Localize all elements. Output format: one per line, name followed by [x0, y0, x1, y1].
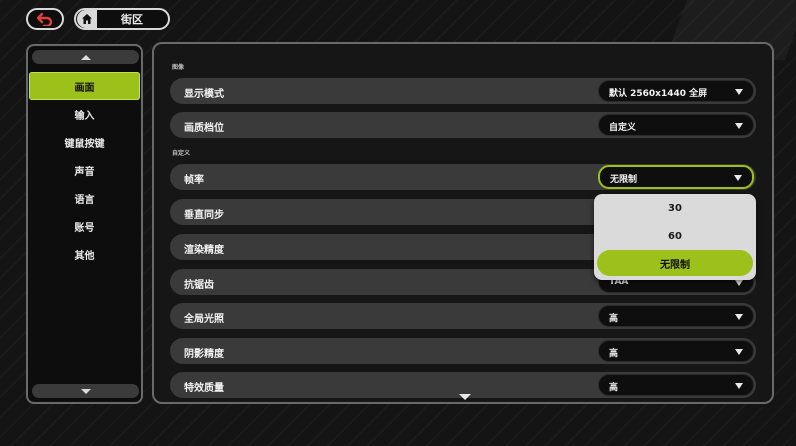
- settings-sidebar: 画面 输入 键鼠按键 声音 语言 账号 其他: [26, 44, 143, 404]
- sidebar-item-label: 声音: [74, 166, 95, 178]
- sidebar-scroll-up-button[interactable]: [32, 50, 139, 64]
- sidebar-item-sound[interactable]: 声音: [28, 156, 141, 184]
- setting-row-framerate: 帧率 无限制: [170, 164, 756, 190]
- scroll-more-icon[interactable]: [459, 394, 471, 400]
- setting-label: 全局光照: [184, 314, 224, 325]
- breadcrumb-current: 街区: [121, 13, 143, 26]
- setting-label: 特效质量: [184, 383, 224, 394]
- setting-label: 垂直同步: [184, 210, 224, 221]
- sidebar-scroll-down-button[interactable]: [32, 384, 139, 398]
- home-icon: [82, 14, 92, 24]
- chevron-down-icon: [735, 314, 743, 320]
- return-arrow-icon: [36, 12, 53, 26]
- shadow-quality-dropdown[interactable]: 高: [598, 340, 754, 362]
- quality-preset-dropdown[interactable]: 自定义: [598, 114, 754, 136]
- option-label: 无限制: [660, 259, 690, 271]
- dropdown-value: 高: [609, 349, 619, 359]
- chevron-down-icon: [734, 175, 742, 181]
- home-button[interactable]: [77, 10, 97, 28]
- section-label-image: 图像: [172, 64, 185, 71]
- dropdown-value: 默认 2560x1440 全屏: [609, 89, 708, 99]
- settings-list[interactable]: 图像 显示模式 默认 2560x1440 全屏 画质档位 自定义 自定义 帧率 …: [154, 44, 772, 402]
- framerate-option-60[interactable]: 60: [594, 222, 756, 250]
- chevron-down-icon: [735, 89, 743, 95]
- sidebar-item-label: 其他: [74, 250, 95, 262]
- sidebar-item-keybinds[interactable]: 键鼠按键: [28, 128, 141, 156]
- global-illumination-dropdown[interactable]: 高: [598, 305, 754, 327]
- sidebar-item-label: 键鼠按键: [64, 138, 105, 150]
- setting-row-shadow-quality: 阴影精度 高: [170, 338, 756, 364]
- settings-panel: 图像 显示模式 默认 2560x1440 全屏 画质档位 自定义 自定义 帧率 …: [152, 42, 774, 404]
- setting-label: 帧率: [184, 175, 204, 186]
- dropdown-value: 高: [609, 314, 619, 324]
- sidebar-item-language[interactable]: 语言: [28, 184, 141, 212]
- framerate-options-list: 30 60 无限制: [594, 194, 756, 280]
- sidebar-item-account[interactable]: 账号: [28, 212, 141, 240]
- breadcrumb: 街区: [74, 8, 170, 30]
- framerate-dropdown[interactable]: 无限制: [598, 165, 754, 189]
- display-mode-dropdown[interactable]: 默认 2560x1440 全屏: [598, 80, 754, 102]
- dropdown-value: 无限制: [610, 175, 638, 185]
- effects-quality-dropdown[interactable]: 高: [598, 374, 754, 396]
- sidebar-item-input[interactable]: 输入: [28, 100, 141, 128]
- chevron-down-icon: [735, 349, 743, 355]
- setting-row-quality-preset: 画质档位 自定义: [170, 112, 756, 138]
- back-button[interactable]: [26, 8, 64, 30]
- setting-row-display-mode: 显示模式 默认 2560x1440 全屏: [170, 78, 756, 104]
- sidebar-item-label: 语言: [74, 194, 95, 206]
- framerate-option-30[interactable]: 30: [594, 194, 756, 222]
- setting-label: 渲染精度: [184, 245, 224, 256]
- sidebar-item-label: 账号: [74, 222, 95, 234]
- sidebar-item-other[interactable]: 其他: [28, 240, 141, 268]
- chevron-down-icon: [80, 388, 91, 394]
- option-label: 60: [668, 230, 682, 242]
- framerate-option-unlimited[interactable]: 无限制: [597, 250, 753, 276]
- option-label: 30: [668, 202, 682, 214]
- sidebar-item-label: 输入: [74, 110, 95, 122]
- chevron-down-icon: [735, 123, 743, 129]
- sidebar-nav: 画面 输入 键鼠按键 声音 语言 账号 其他: [28, 72, 141, 268]
- setting-label: 抗锯齿: [184, 280, 214, 291]
- setting-label: 阴影精度: [184, 349, 224, 360]
- sidebar-item-display[interactable]: 画面: [29, 72, 140, 100]
- setting-label: 画质档位: [184, 123, 224, 134]
- sidebar-item-label: 画面: [74, 82, 95, 94]
- chevron-down-icon: [735, 383, 743, 389]
- dropdown-value: 高: [609, 383, 619, 393]
- dropdown-value: 自定义: [609, 123, 637, 133]
- chevron-down-icon: [735, 280, 743, 286]
- section-label-custom: 自定义: [172, 150, 191, 157]
- setting-label: 显示模式: [184, 89, 224, 100]
- setting-row-global-illumination: 全局光照 高: [170, 303, 756, 329]
- chevron-up-icon: [80, 54, 91, 60]
